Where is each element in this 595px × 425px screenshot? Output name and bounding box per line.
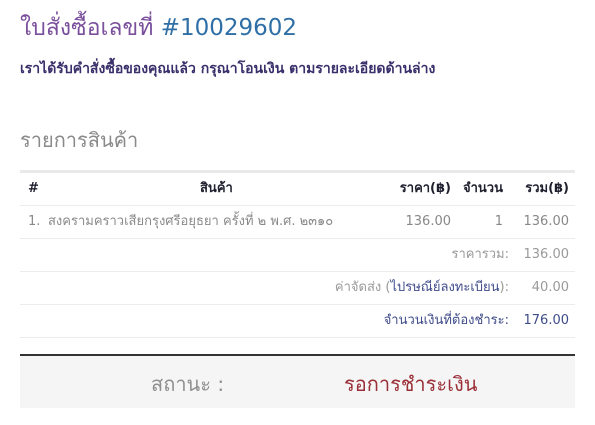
subtotal-value: 136.00: [523, 247, 570, 262]
amount-due-label: จำนวนเงินที่ต้องชำระ:: [383, 313, 509, 328]
order-number: #10029602: [160, 15, 298, 41]
shipping-row: ค่าจัดส่ง (ไปรษณีย์ลงทะเบียน): 40.00: [20, 272, 575, 305]
shipping-method: ไปรษณีย์ลงทะเบียน: [390, 280, 500, 295]
subtotal-label: ราคารวม:: [451, 247, 509, 262]
shipping-value: 40.00: [531, 280, 569, 295]
table-row: 1. สงครามคราวเสียกรุงศรีอยุธยา ครั้งที่ …: [20, 206, 575, 239]
header-quantity: จำนวน: [463, 181, 503, 196]
shipping-label-suffix: ):: [499, 280, 509, 295]
header-number: #: [28, 181, 39, 196]
header-total: รวม(฿): [525, 181, 569, 196]
order-title-label: ใบสั่งซื้อเลขที่: [20, 15, 154, 41]
amount-due-row: จำนวนเงินที่ต้องชำระ: 176.00: [20, 305, 575, 338]
status-value: รอการชำระเงิน: [344, 372, 478, 396]
shipping-label: ค่าจัดส่ง (ไปรษณีย์ลงทะเบียน):: [335, 272, 509, 304]
item-total: 136.00: [523, 214, 570, 229]
items-section-title: รายการสินค้า: [20, 128, 139, 152]
shipping-label-prefix: ค่าจัดส่ง (: [334, 280, 391, 295]
order-status-box: สถานะ : รอการชำระเงิน: [20, 354, 575, 408]
order-title: ใบสั่งซื้อเลขที่ #10029602: [20, 13, 297, 43]
item-number: 1.: [28, 214, 41, 229]
amount-due-value: 176.00: [523, 313, 570, 328]
item-quantity: 1: [494, 214, 503, 229]
order-confirmation-message: เราได้รับคำสั่งซื้อของคุณแล้ว กรุณาโอนเง…: [20, 61, 436, 77]
subtotal-row: ราคารวม: 136.00: [20, 239, 575, 272]
items-table-header: # สินค้า ราคา(฿) จำนวน รวม(฿): [20, 173, 575, 206]
header-product: สินค้า: [200, 181, 233, 196]
header-price: ราคา(฿): [399, 181, 451, 196]
status-label: สถานะ :: [151, 372, 225, 396]
items-table: # สินค้า ราคา(฿) จำนวน รวม(฿) 1. สงครามค…: [20, 170, 575, 338]
item-name: สงครามคราวเสียกรุงศรีอยุธยา ครั้งที่ ๒ พ…: [48, 214, 334, 229]
item-price: 136.00: [405, 214, 452, 229]
